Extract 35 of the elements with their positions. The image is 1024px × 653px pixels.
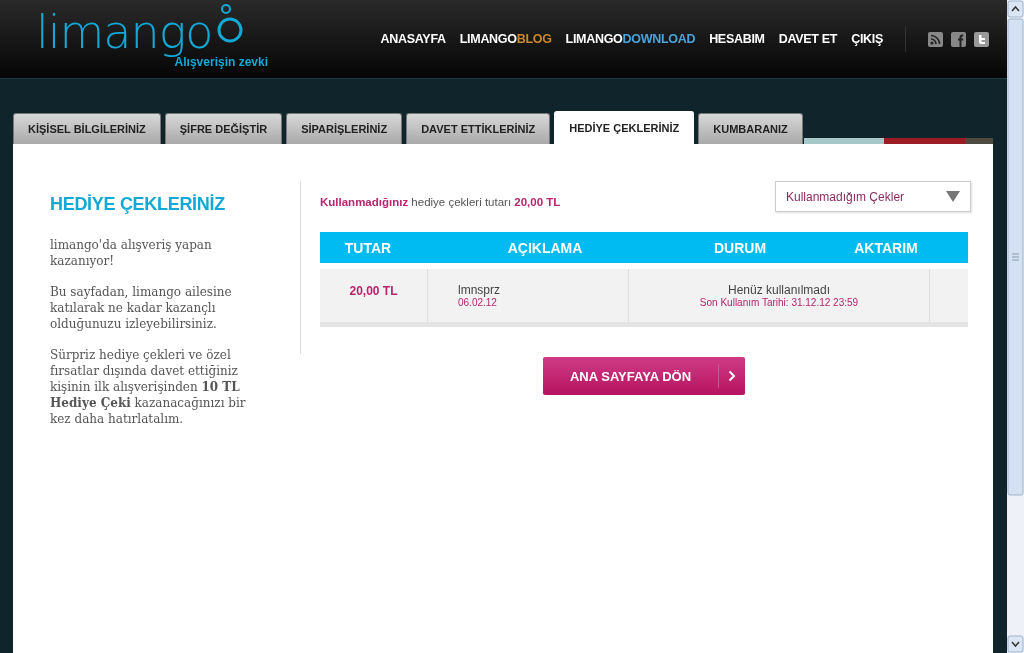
tab[interactable]: SİPARİŞLERİNİZ [286, 113, 403, 144]
back-home-button[interactable]: ANA SAYFAYA DÖN [543, 357, 745, 395]
amount-cell-text: 20,00 TL [348, 283, 399, 298]
column-header: DURUM [712, 239, 768, 256]
column-header: AÇIKLAMA [506, 239, 584, 256]
sidebar-paragraph: limango'da alışveriş yapan kazanıyor! [50, 237, 213, 269]
status-text: Henüz kullanılmadı [727, 283, 831, 297]
tab[interactable]: KUMBARANIZ [698, 113, 803, 144]
nav-link[interactable]: LIMANGODOWNLOAD [565, 32, 696, 46]
sidebar-paragraph: Sürpriz hediye çekleri ve özel fırsatlar dışında davet ettiğiniz kişinin ilk alışverişinden 10 TL Hediye Çeki kazanacağınızı bir kez daha hatırlatalım. [50, 347, 247, 427]
date-text: 06.02.12 [458, 297, 498, 308]
scrollbar[interactable] [1007, 0, 1024, 653]
nav-link[interactable]: HESABIM [709, 32, 765, 46]
nav-link[interactable]: LIMANGOBLOG [459, 32, 552, 46]
column-header: TUTAR [343, 239, 393, 256]
nav-link[interactable]: ÇIKIŞ [851, 32, 883, 46]
rss-icon[interactable] [928, 31, 943, 47]
logo[interactable]: limango [36, 9, 213, 55]
nav-link[interactable]: ANASAYFA [380, 32, 446, 46]
tab[interactable]: DAVET ETTİKLERİNİZ [406, 113, 551, 144]
tab[interactable]: ŞİFRE DEĞİŞTİR [164, 113, 283, 144]
column-header: AKTARIM [853, 239, 919, 256]
deadline-text: Son Kullanım Tarihi: 31.12.12 23:59 [699, 297, 859, 308]
caret-icon [946, 191, 960, 202]
sidebar-title: HEDİYE ÇEKLERİNİZ [50, 194, 226, 215]
description-text: lmnsprz [458, 283, 501, 297]
facebook-icon[interactable] [951, 31, 966, 47]
tab[interactable]: KİŞİSEL BİLGİLERİNİZ [13, 113, 161, 144]
twitter-icon[interactable] [974, 31, 989, 47]
nav-link[interactable]: DAVET ET [778, 32, 838, 46]
chevron-right-icon [728, 370, 736, 382]
tab[interactable]: HEDİYE ÇEKLERİNİZ [554, 111, 695, 144]
summary-text: Kullanmadığınız hediye çekleri tutarı 20,00 TL [320, 196, 561, 208]
filter-dropdown[interactable]: Kullanmadığım Çekler [775, 181, 971, 212]
sidebar-paragraph: Bu sayfadan, limango ailesine katılarak ne kadar kazançlı olduğunuzu izleyebilirsiniz. [50, 284, 233, 332]
